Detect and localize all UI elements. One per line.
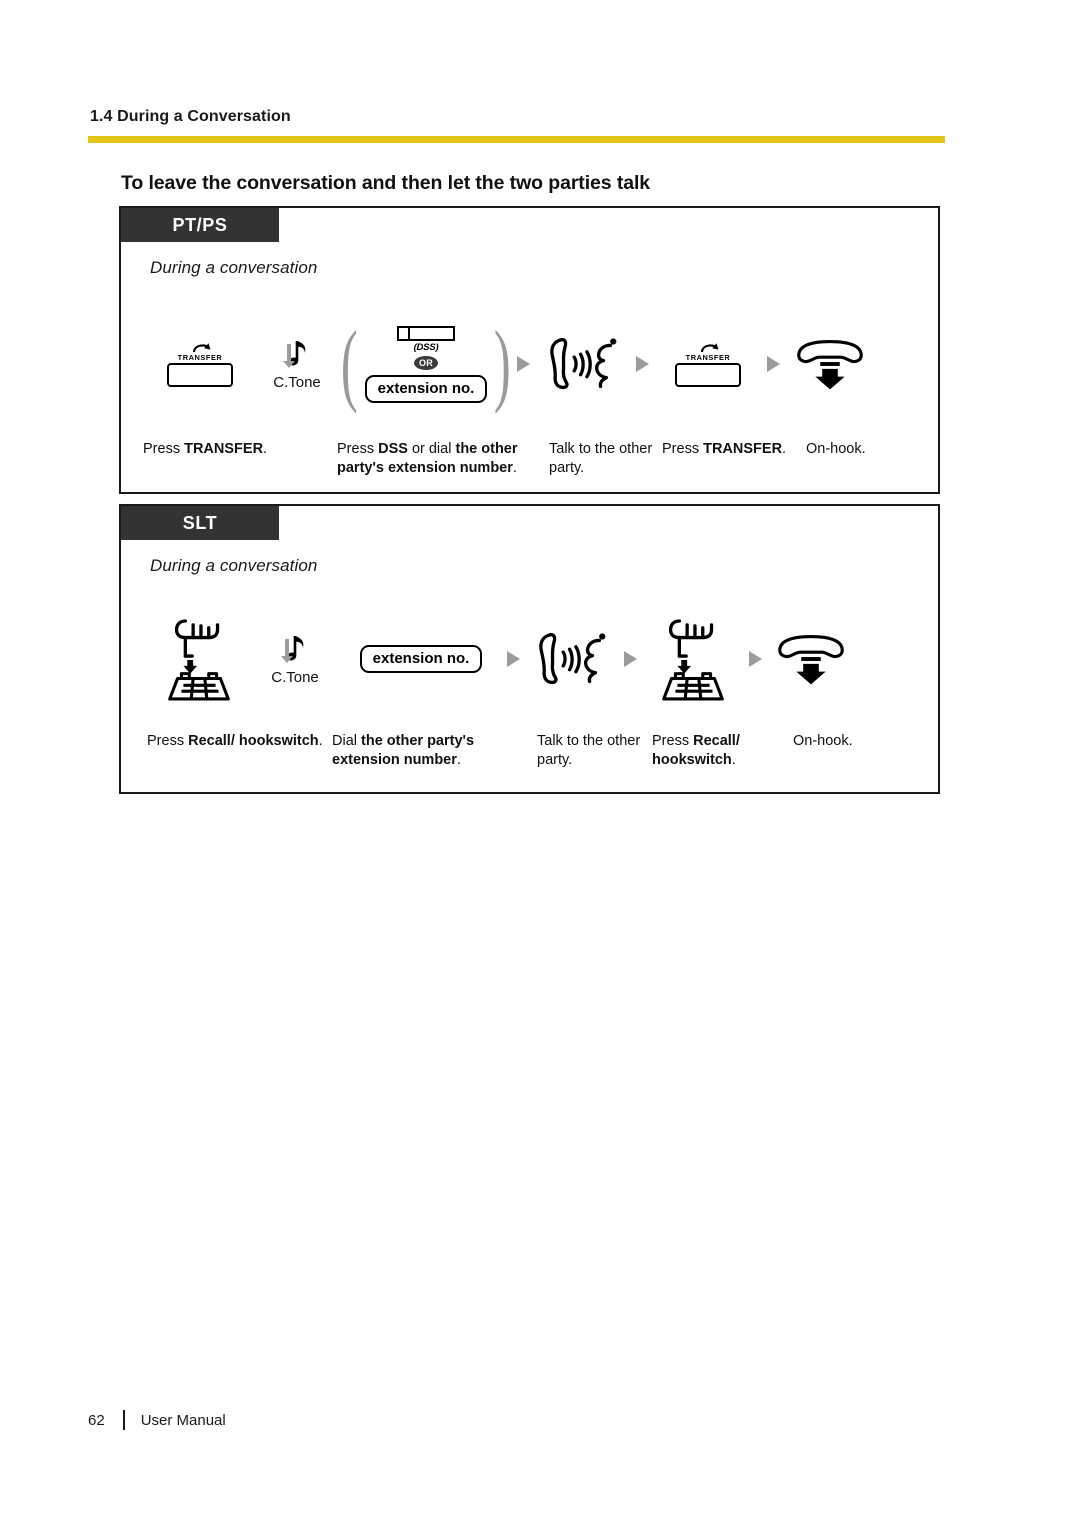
hookswitch-icon [168, 619, 230, 701]
captions-slt: Press Recall/ hookswitch. Dial the other… [121, 732, 938, 769]
step-talk-1 [530, 333, 636, 395]
flow-arrow-icon [507, 651, 520, 667]
step-hookswitch-2 [637, 616, 749, 702]
step-on-hook-1 [780, 335, 880, 393]
page-header: 1.4 During a Conversation [88, 108, 948, 143]
caption-step-2: Press DSS or dial the other party's exte… [337, 441, 518, 476]
confirmation-tone-label: C.Tone [273, 374, 321, 391]
panel-ptps: PT/PS During a conversation TRANSFER C.T… [119, 206, 940, 494]
panel-tab-slt: SLT [121, 506, 279, 540]
flow-arrow-icon [624, 651, 637, 667]
header-rule-divider [88, 136, 945, 143]
panel-subtitle-ptps: During a conversation [150, 258, 318, 277]
caption-step-3: Talk to the other party. [537, 733, 641, 768]
flow-arrow-icon [767, 356, 780, 372]
step-confirmation-tone-2: C.Tone [255, 632, 335, 686]
flow-arrow-icon [517, 356, 530, 372]
transfer-key-icon: TRANSFER [669, 341, 747, 387]
footer-document-name: User Manual [140, 1411, 226, 1429]
step-transfer-2: TRANSFER [649, 341, 767, 387]
step-extension-number: extension no. [335, 645, 507, 673]
flow-steps-slt: C.Tone extension no. [121, 608, 938, 710]
transfer-key-body [167, 363, 233, 387]
step-dss-or-extension: ( (DSS) OR extension no. ) [334, 312, 518, 415]
flow-arrow-icon [636, 356, 649, 372]
step-transfer-1: TRANSFER [141, 341, 259, 387]
hookswitch-icon [662, 619, 724, 701]
caption-step-3: Talk to the other party. [549, 441, 653, 476]
panel-subtitle-slt: During a conversation [150, 556, 318, 575]
page-footer: 62 User Manual [88, 1410, 226, 1430]
dss-key-icon [397, 325, 455, 341]
caption-step-5: On-hook. [806, 441, 866, 457]
caption-step-2: Dial the other party's extension number. [332, 733, 475, 768]
extension-number-pill: extension no. [364, 374, 488, 403]
or-badge: OR [414, 355, 438, 370]
caption-step-1: Press Recall/ hookswitch. [147, 733, 323, 749]
flow-steps-ptps: TRANSFER C.Tone ( (DSS) OR extension no.… [121, 314, 938, 414]
on-hook-icon [797, 340, 863, 390]
confirmation-tone-icon: C.Tone [263, 632, 327, 686]
panel-tab-ptps: PT/PS [121, 208, 279, 242]
step-on-hook-2 [762, 630, 860, 688]
transfer-key-body [675, 363, 741, 387]
footer-divider [122, 1410, 125, 1430]
page-title: To leave the conversation and then let t… [121, 172, 651, 194]
captions-ptps: Press TRANSFER. Press DSS or dial the ot… [121, 440, 938, 477]
step-confirmation-tone-1: C.Tone [259, 337, 335, 391]
dss-or-extension-icon: ( (DSS) OR extension no. ) [334, 312, 518, 415]
step-talk-2 [520, 628, 624, 690]
transfer-key-icon: TRANSFER [161, 341, 239, 387]
panel-slt: SLT During a conversation C.Tone extensi… [119, 504, 940, 794]
transfer-key-label: TRANSFER [685, 353, 731, 362]
section-label: 1.4 During a Conversation [90, 108, 291, 125]
confirmation-tone-icon: C.Tone [265, 337, 329, 391]
caption-step-5: On-hook. [793, 733, 853, 749]
talk-to-party-icon [539, 632, 606, 685]
flow-arrow-icon [749, 651, 762, 667]
step-hookswitch-1 [143, 616, 255, 702]
transfer-key-label: TRANSFER [177, 353, 223, 362]
caption-step-4: Press Recall/ hookswitch. [652, 733, 740, 768]
paren-right: ) [494, 312, 512, 415]
caption-step-4: Press TRANSFER. [662, 441, 787, 457]
caption-step-1: Press TRANSFER. [143, 441, 268, 457]
footer-page-number: 62 [88, 1411, 105, 1429]
on-hook-icon [778, 635, 844, 685]
dss-key-label: (DSS) [413, 341, 439, 353]
paren-left: ( [340, 312, 358, 415]
talk-to-party-icon [550, 337, 617, 390]
confirmation-tone-label: C.Tone [271, 669, 319, 686]
extension-number-pill: extension no. [359, 645, 483, 673]
